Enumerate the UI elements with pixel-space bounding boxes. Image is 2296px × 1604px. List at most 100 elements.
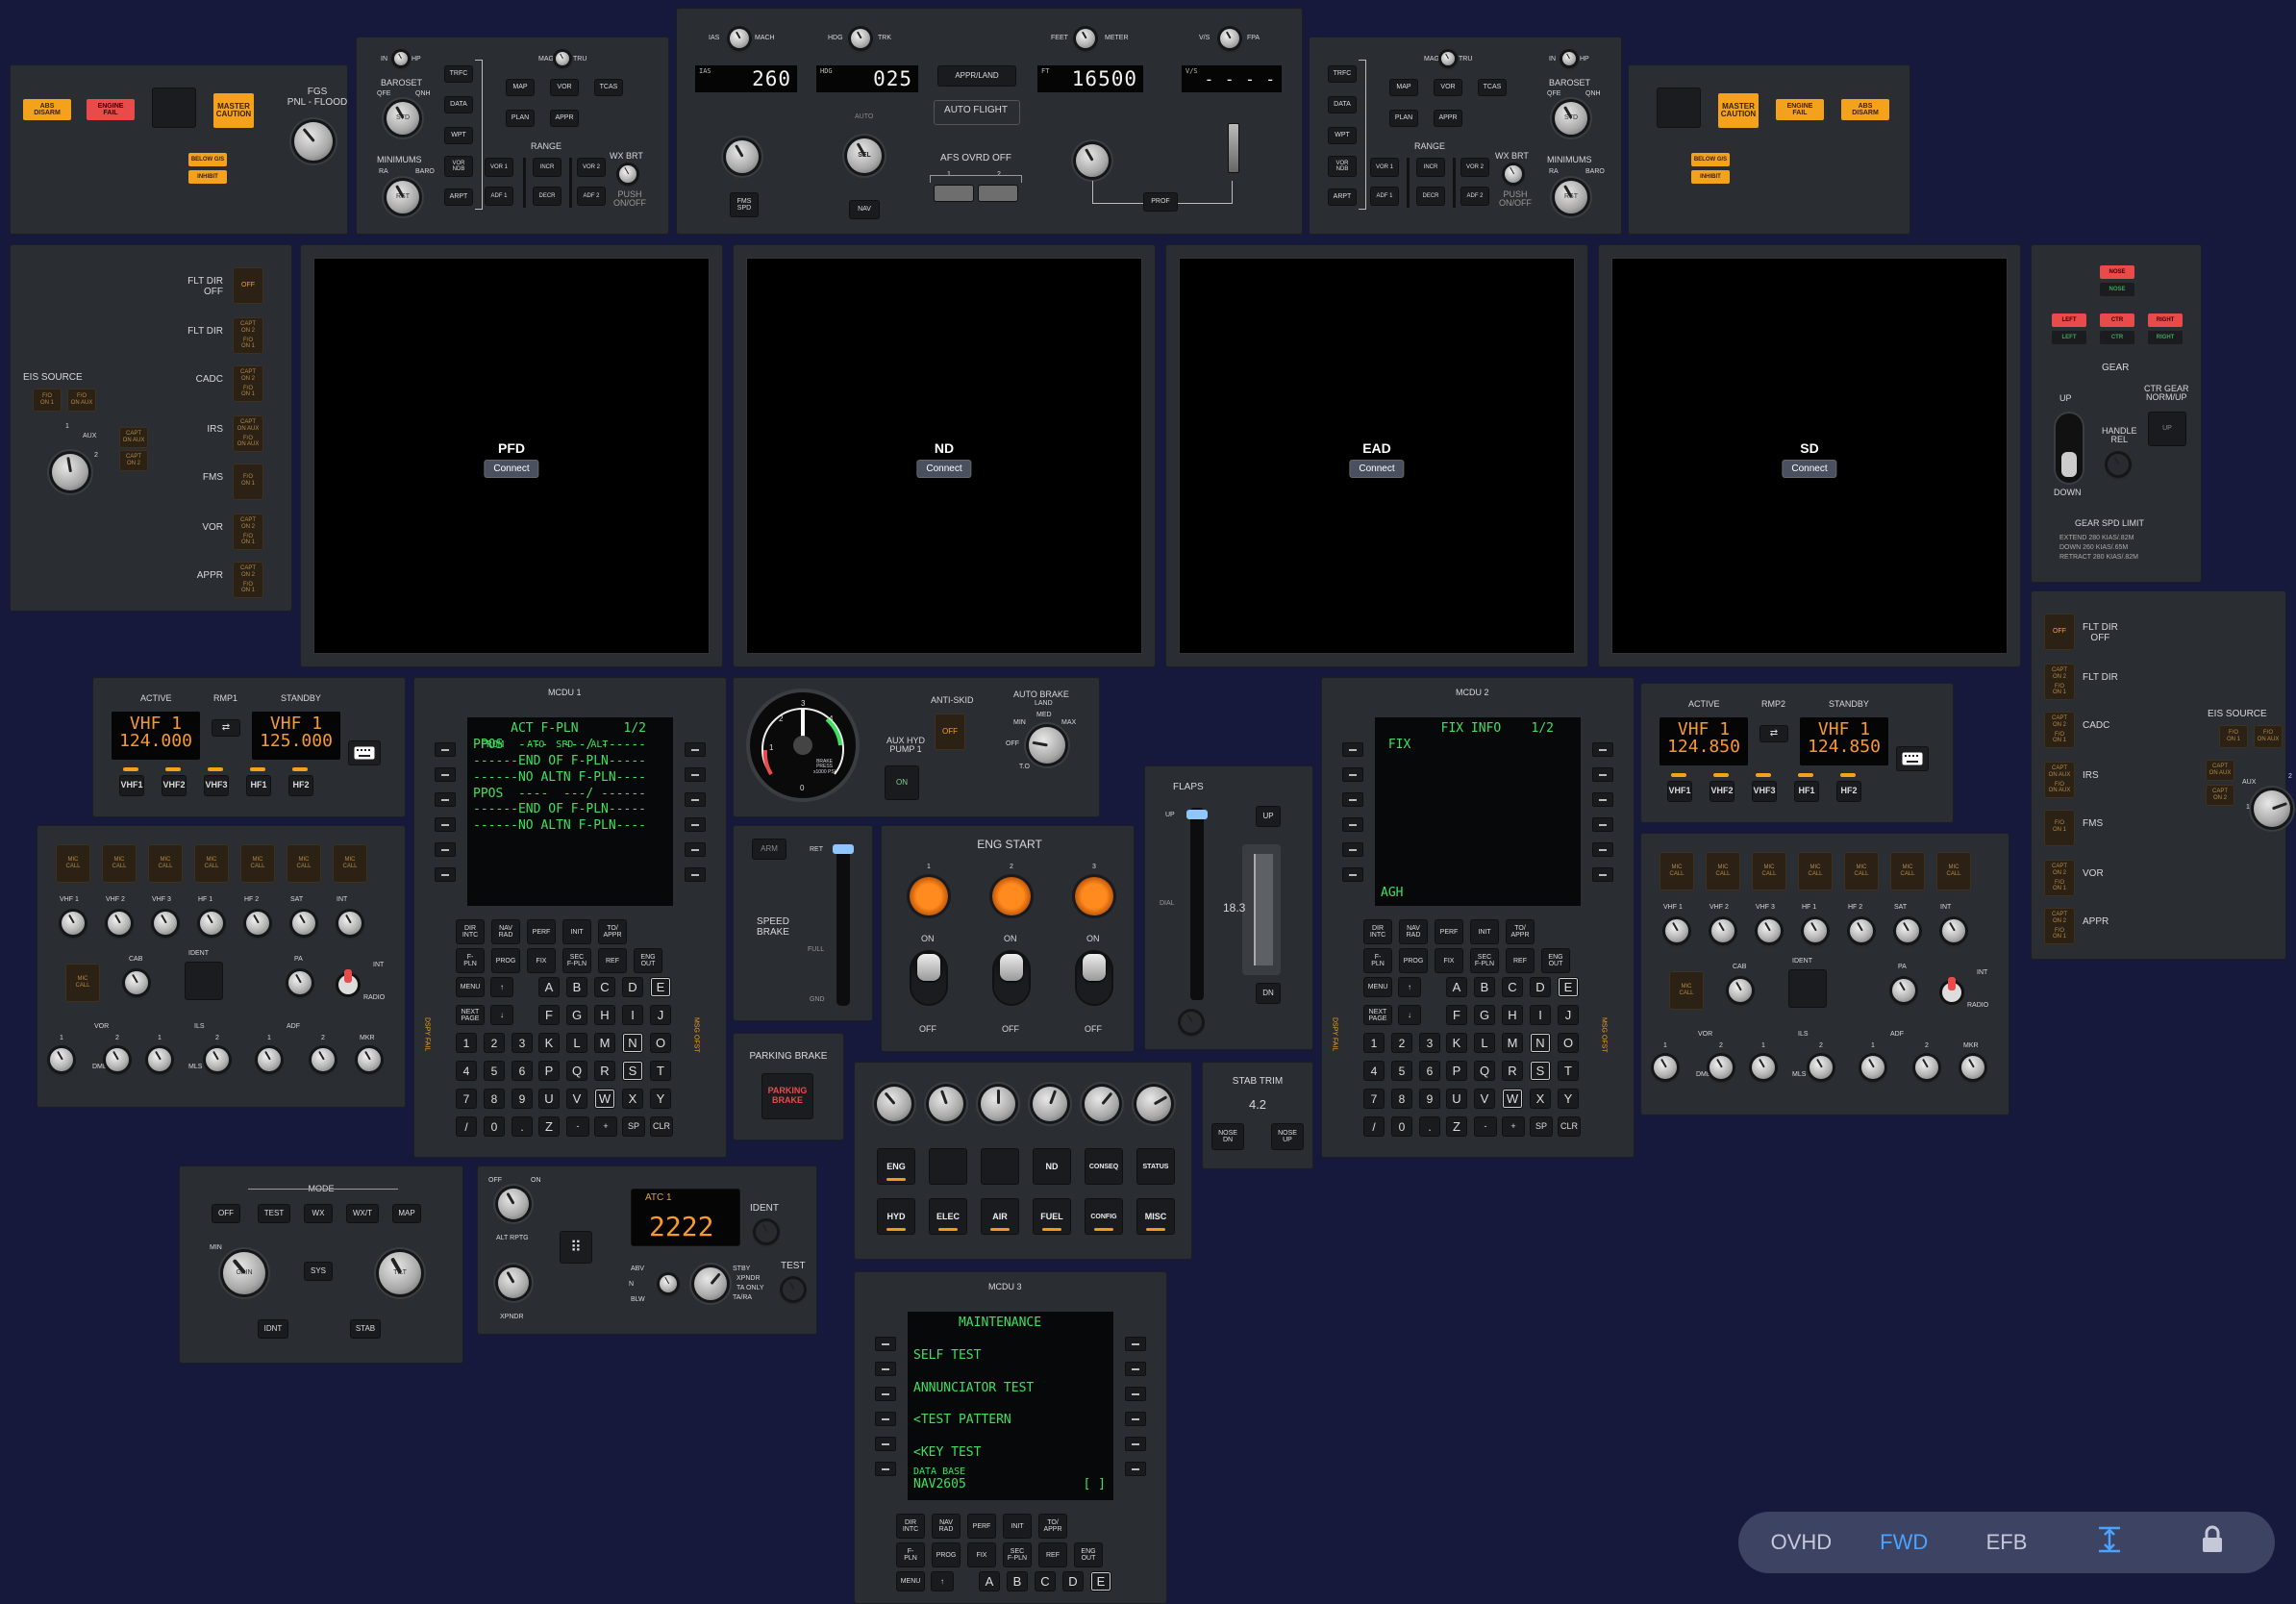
range-decr-button[interactable]: DECR: [1416, 187, 1445, 206]
mcdu-function-key[interactable]: INIT: [562, 919, 591, 944]
eis-fo-on1-button[interactable]: F/O ON 1: [2219, 725, 2248, 748]
mcdu-letter-key[interactable]: O: [650, 1033, 671, 1053]
sd-page-button[interactable]: [981, 1148, 1019, 1185]
adf2-button[interactable]: ADF 2: [577, 187, 606, 206]
mic-call-button[interactable]: MIC CALL: [1936, 852, 1971, 890]
mcdu-letter-key[interactable]: W: [1502, 1089, 1523, 1109]
mcdu-function-key[interactable]: F- PLN: [896, 1542, 925, 1567]
alt-rptg-knob[interactable]: [498, 1189, 529, 1219]
mcdu-letter-key[interactable]: CLR: [650, 1116, 673, 1137]
mcdu-letter-key[interactable]: -: [1474, 1116, 1497, 1137]
nav-button[interactable]: NAV: [849, 200, 880, 219]
atc-keypad-button[interactable]: ⠿: [560, 1231, 592, 1264]
vs-thumbwheel[interactable]: [1228, 123, 1239, 173]
line-select-key-left[interactable]: [435, 842, 456, 857]
mcdu-down-arrow-key[interactable]: ↓: [490, 1005, 513, 1025]
mcdu-function-key[interactable]: F- PLN: [1363, 948, 1392, 973]
line-select-key-right[interactable]: [1125, 1437, 1146, 1451]
source-select-button[interactable]: F/O ON 1: [2044, 810, 2075, 846]
mcdu-letter-key[interactable]: R: [594, 1061, 615, 1081]
mcdu-number-key[interactable]: 5: [484, 1061, 505, 1081]
pfd-display[interactable]: PFD Connect: [313, 258, 710, 654]
source-select-button[interactable]: CAPT ON 2 F/O ON 1: [2044, 908, 2075, 944]
fwd-tab[interactable]: FWD: [1870, 1530, 1937, 1555]
line-select-key-left[interactable]: [875, 1337, 896, 1351]
cab-volume-knob[interactable]: [1729, 979, 1752, 1002]
mcdu-number-key[interactable]: 9: [1419, 1089, 1440, 1109]
atc-ident-button[interactable]: [756, 1221, 777, 1242]
radar-map-button[interactable]: MAP: [392, 1204, 421, 1223]
acp-ident-button[interactable]: [185, 962, 223, 1000]
mcdu-letter-key[interactable]: M: [594, 1033, 615, 1053]
altitude-knob[interactable]: [1076, 144, 1109, 177]
source-select-button[interactable]: F/O ON 1: [233, 464, 263, 500]
mcdu-number-key[interactable]: 0: [1391, 1116, 1412, 1137]
line-select-key-left[interactable]: [1342, 817, 1363, 832]
mic-call-button[interactable]: MIC CALL: [194, 844, 229, 883]
mcdu-letter-key[interactable]: X: [1530, 1089, 1551, 1109]
mcdu-letter-key[interactable]: Y: [650, 1089, 671, 1109]
radar-off-button[interactable]: OFF: [212, 1204, 240, 1223]
mcdu-function-key[interactable]: TO/ APPR: [1038, 1514, 1067, 1539]
acp-volume-knob[interactable]: [200, 912, 223, 935]
mcdu-letter-key[interactable]: Q: [566, 1061, 587, 1081]
mag-tru-knob[interactable]: [1441, 52, 1455, 65]
mcdu-number-key[interactable]: 6: [512, 1061, 533, 1081]
mic-call-button[interactable]: MIC CALL: [1798, 852, 1833, 890]
mcdu-letter-key[interactable]: CLR: [1558, 1116, 1581, 1137]
flaps-dn-button[interactable]: DN: [1256, 983, 1281, 1004]
wx-brt-knob[interactable]: [1505, 165, 1522, 183]
source-select-button[interactable]: CAPT ON 2 F/O ON 1: [2044, 860, 2075, 896]
mcdu-letter-key[interactable]: T: [1558, 1061, 1579, 1081]
acp-volume-knob[interactable]: [246, 912, 269, 935]
rmp-channel-button[interactable]: VHF2: [1710, 781, 1734, 802]
inhibit-light[interactable]: INHIBIT: [188, 170, 227, 184]
plan-button[interactable]: PLAN: [1389, 110, 1418, 127]
below-gs-light[interactable]: BELOW G/S: [188, 153, 227, 166]
mcdu-function-key[interactable]: PROG: [1399, 948, 1428, 973]
in-hp-knob[interactable]: [394, 52, 408, 65]
vor1-button[interactable]: VOR 1: [1370, 158, 1399, 177]
mcdu-letter-key[interactable]: V: [1474, 1089, 1495, 1109]
radar-idnt-button[interactable]: IDNT: [258, 1319, 288, 1339]
mcdu-letter-key[interactable]: G: [1474, 1005, 1495, 1025]
feet-meter-knob[interactable]: [1076, 29, 1095, 48]
acp-volume-knob[interactable]: [1804, 919, 1827, 942]
rmp-channel-button[interactable]: VHF2: [162, 775, 187, 796]
acp-ident-button[interactable]: [1788, 969, 1827, 1008]
mcdu-letter-key[interactable]: U: [538, 1089, 560, 1109]
mcdu-letter-key[interactable]: A: [1446, 977, 1467, 997]
ctr-gear-button[interactable]: UP: [2148, 412, 2186, 446]
minimums-knob[interactable]: RST: [387, 181, 419, 213]
mcdu-function-key[interactable]: SEC F-PLN: [1003, 1542, 1032, 1567]
line-select-key-right[interactable]: [1125, 1362, 1146, 1376]
sd-brightness-knob[interactable]: [929, 1087, 963, 1121]
mcdu-function-key[interactable]: SEC F-PLN: [1470, 948, 1499, 973]
mcdu-number-key[interactable]: 6: [1419, 1061, 1440, 1081]
line-select-key-right[interactable]: [685, 742, 706, 757]
keyboard-icon[interactable]: [348, 740, 381, 765]
mcdu-letter-key[interactable]: +: [594, 1116, 617, 1137]
mcdu-next-page-key[interactable]: NEXT PAGE: [456, 1005, 485, 1025]
mcdu-number-key[interactable]: /: [1363, 1116, 1385, 1137]
mcdu-number-key[interactable]: 5: [1391, 1061, 1412, 1081]
line-select-key-right[interactable]: [1592, 767, 1613, 782]
mcdu-letter-key[interactable]: P: [1446, 1061, 1467, 1081]
eis-fo-on-aux-button[interactable]: F/O ON AUX: [2254, 725, 2283, 748]
line-select-key-left[interactable]: [1342, 742, 1363, 757]
radar-sys-button[interactable]: SYS: [304, 1262, 333, 1281]
mcdu-up-arrow-key[interactable]: ↑: [931, 1571, 954, 1591]
line-select-key-left[interactable]: [1342, 792, 1363, 807]
sd-display[interactable]: SD Connect: [1611, 258, 2008, 654]
line-select-key-right[interactable]: [685, 817, 706, 832]
mcdu-letter-key[interactable]: U: [1446, 1089, 1467, 1109]
mcdu-function-key[interactable]: PERF: [527, 919, 556, 944]
rmp-transfer-button[interactable]: ⇄: [212, 719, 240, 737]
mcdu-letter-key[interactable]: N: [622, 1033, 643, 1053]
line-select-key-left[interactable]: [875, 1387, 896, 1401]
mcdu-letter-key[interactable]: B: [1007, 1571, 1028, 1591]
mcdu-number-key[interactable]: 0: [484, 1116, 505, 1137]
mcdu-letter-key[interactable]: W: [594, 1089, 615, 1109]
cab-mic-call-button[interactable]: MIC CALL: [1669, 971, 1704, 1010]
eng-start-light[interactable]: [1075, 877, 1113, 915]
